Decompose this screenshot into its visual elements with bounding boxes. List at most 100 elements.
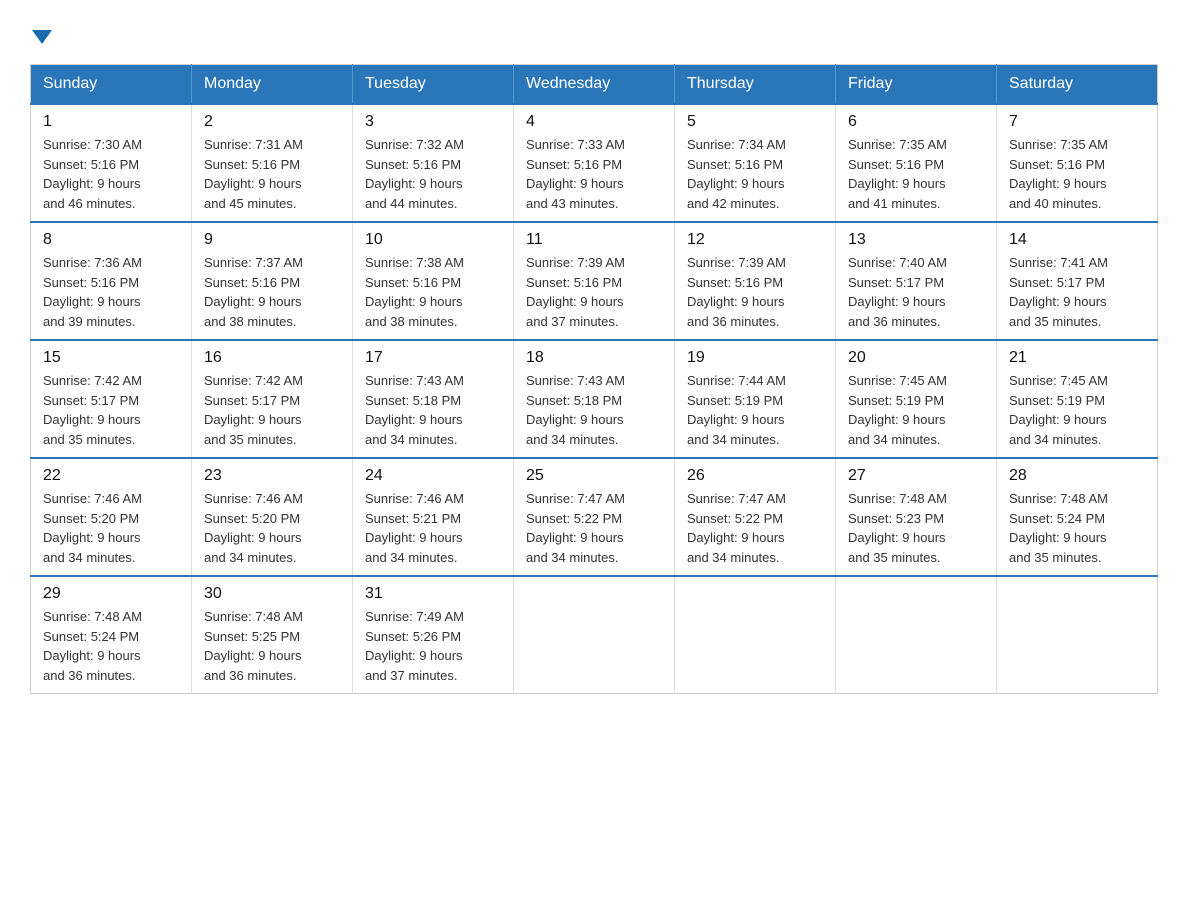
day-info: Sunrise: 7:31 AMSunset: 5:16 PMDaylight:… [204, 135, 340, 213]
weekday-header-monday: Monday [192, 65, 353, 105]
calendar-cell: 19Sunrise: 7:44 AMSunset: 5:19 PMDayligh… [675, 340, 836, 458]
day-info: Sunrise: 7:48 AMSunset: 5:25 PMDaylight:… [204, 607, 340, 685]
calendar-cell: 25 Sunrise: 7:47 AMSunset: 5:22 PMDayligh… [514, 458, 675, 576]
day-number: 8 [43, 231, 179, 249]
day-info: Sunrise: 7:45 AMSunset: 5:19 PMDaylight:… [848, 371, 984, 449]
day-number: 5 [687, 113, 823, 131]
calendar-cell: 28 Sunrise: 7:48 AMSunset: 5:24 PMDayligh… [997, 458, 1158, 576]
weekday-header-wednesday: Wednesday [514, 65, 675, 105]
day-number: 28 [1009, 467, 1145, 485]
weekday-header-tuesday: Tuesday [353, 65, 514, 105]
weekday-header-sunday: Sunday [31, 65, 192, 105]
day-number: 16 [204, 349, 340, 367]
calendar-cell: 13 Sunrise: 7:40 AMSunset: 5:17 PMDayligh… [836, 222, 997, 340]
day-number: 7 [1009, 113, 1145, 131]
day-number: 26 [687, 467, 823, 485]
day-number: 30 [204, 585, 340, 603]
calendar-cell [997, 576, 1158, 694]
calendar-cell: 8 Sunrise: 7:36 AMSunset: 5:16 PMDaylight… [31, 222, 192, 340]
day-number: 14 [1009, 231, 1145, 249]
calendar-row: 1 Sunrise: 7:30 AMSunset: 5:16 PMDaylight… [31, 104, 1158, 222]
logo [30, 30, 52, 44]
day-number: 12 [687, 231, 823, 249]
calendar-cell: 27 Sunrise: 7:48 AMSunset: 5:23 PMDayligh… [836, 458, 997, 576]
day-number: 27 [848, 467, 984, 485]
day-info: Sunrise: 7:37 AMSunset: 5:16 PMDaylight:… [204, 253, 340, 331]
day-info: Sunrise: 7:30 AMSunset: 5:16 PMDaylight:… [43, 135, 179, 213]
calendar-cell: 31 Sunrise: 7:49 AMSunset: 5:26 PMDayligh… [353, 576, 514, 694]
day-number: 24 [365, 467, 501, 485]
day-number: 13 [848, 231, 984, 249]
day-number: 31 [365, 585, 501, 603]
calendar-cell: 9Sunrise: 7:37 AMSunset: 5:16 PMDaylight… [192, 222, 353, 340]
weekday-header-thursday: Thursday [675, 65, 836, 105]
day-info: Sunrise: 7:35 AMSunset: 5:16 PMDaylight:… [848, 135, 984, 213]
calendar-cell: 24Sunrise: 7:46 AMSunset: 5:21 PMDayligh… [353, 458, 514, 576]
day-info: Sunrise: 7:42 AMSunset: 5:17 PMDaylight:… [43, 371, 179, 449]
calendar-cell: 14Sunrise: 7:41 AMSunset: 5:17 PMDayligh… [997, 222, 1158, 340]
day-number: 21 [1009, 349, 1145, 367]
calendar-cell: 18 Sunrise: 7:43 AMSunset: 5:18 PMDayligh… [514, 340, 675, 458]
calendar-row: 15 Sunrise: 7:42 AMSunset: 5:17 PMDayligh… [31, 340, 1158, 458]
calendar-cell: 22Sunrise: 7:46 AMSunset: 5:20 PMDayligh… [31, 458, 192, 576]
day-info: Sunrise: 7:32 AMSunset: 5:16 PMDaylight:… [365, 135, 501, 213]
day-info: Sunrise: 7:48 AMSunset: 5:23 PMDaylight:… [848, 489, 984, 567]
calendar-cell: 29Sunrise: 7:48 AMSunset: 5:24 PMDayligh… [31, 576, 192, 694]
day-number: 3 [365, 113, 501, 131]
day-number: 6 [848, 113, 984, 131]
day-info: Sunrise: 7:38 AMSunset: 5:16 PMDaylight:… [365, 253, 501, 331]
page-header [30, 30, 1158, 44]
weekday-header-saturday: Saturday [997, 65, 1158, 105]
day-info: Sunrise: 7:33 AMSunset: 5:16 PMDaylight:… [526, 135, 662, 213]
day-info: Sunrise: 7:36 AMSunset: 5:16 PMDaylight:… [43, 253, 179, 331]
weekday-row: SundayMondayTuesdayWednesdayThursdayFrid… [31, 65, 1158, 105]
day-info: Sunrise: 7:45 AMSunset: 5:19 PMDaylight:… [1009, 371, 1145, 449]
calendar-cell [514, 576, 675, 694]
calendar-cell: 26 Sunrise: 7:47 AMSunset: 5:22 PMDayligh… [675, 458, 836, 576]
day-number: 20 [848, 349, 984, 367]
calendar-cell: 7 Sunrise: 7:35 AMSunset: 5:16 PMDaylight… [997, 104, 1158, 222]
day-info: Sunrise: 7:46 AMSunset: 5:20 PMDaylight:… [204, 489, 340, 567]
day-number: 25 [526, 467, 662, 485]
calendar-cell: 15 Sunrise: 7:42 AMSunset: 5:17 PMDayligh… [31, 340, 192, 458]
day-info: Sunrise: 7:42 AMSunset: 5:17 PMDaylight:… [204, 371, 340, 449]
calendar-cell: 6 Sunrise: 7:35 AMSunset: 5:16 PMDaylight… [836, 104, 997, 222]
day-number: 1 [43, 113, 179, 131]
calendar-row: 29Sunrise: 7:48 AMSunset: 5:24 PMDayligh… [31, 576, 1158, 694]
day-info: Sunrise: 7:47 AMSunset: 5:22 PMDaylight:… [687, 489, 823, 567]
calendar-cell: 12 Sunrise: 7:39 AMSunset: 5:16 PMDayligh… [675, 222, 836, 340]
calendar-cell: 4 Sunrise: 7:33 AMSunset: 5:16 PMDaylight… [514, 104, 675, 222]
calendar-body: 1 Sunrise: 7:30 AMSunset: 5:16 PMDaylight… [31, 104, 1158, 694]
day-number: 23 [204, 467, 340, 485]
day-number: 22 [43, 467, 179, 485]
calendar-cell: 1 Sunrise: 7:30 AMSunset: 5:16 PMDaylight… [31, 104, 192, 222]
day-info: Sunrise: 7:43 AMSunset: 5:18 PMDaylight:… [365, 371, 501, 449]
day-info: Sunrise: 7:43 AMSunset: 5:18 PMDaylight:… [526, 371, 662, 449]
calendar-row: 22 Sunrise: 7:46 AMSunset: 5:20 PMDayligh… [31, 458, 1158, 576]
day-info: Sunrise: 7:40 AMSunset: 5:17 PMDaylight:… [848, 253, 984, 331]
day-number: 19 [687, 349, 823, 367]
day-number: 11 [526, 231, 662, 249]
calendar-cell: 16 Sunrise: 7:42 AMSunset: 5:17 PMDayligh… [192, 340, 353, 458]
day-number: 4 [526, 113, 662, 131]
calendar-cell: 10 Sunrise: 7:38 AMSunset: 5:16 PMDayligh… [353, 222, 514, 340]
weekday-header-friday: Friday [836, 65, 997, 105]
day-info: Sunrise: 7:34 AMSunset: 5:16 PMDaylight:… [687, 135, 823, 213]
day-info: Sunrise: 7:47 AMSunset: 5:22 PMDaylight:… [526, 489, 662, 567]
day-number: 29 [43, 585, 179, 603]
calendar-cell: 2 Sunrise: 7:31 AMSunset: 5:16 PMDaylight… [192, 104, 353, 222]
day-number: 10 [365, 231, 501, 249]
day-number: 18 [526, 349, 662, 367]
calendar-cell: 21 Sunrise: 7:45 AMSunset: 5:19 PMDayligh… [997, 340, 1158, 458]
calendar-cell: 20 Sunrise: 7:45 AMSunset: 5:19 PMDayligh… [836, 340, 997, 458]
day-info: Sunrise: 7:48 AMSunset: 5:24 PMDaylight:… [1009, 489, 1145, 567]
calendar-cell: 11 Sunrise: 7:39 AMSunset: 5:16 PMDayligh… [514, 222, 675, 340]
day-info: Sunrise: 7:39 AMSunset: 5:16 PMDaylight:… [687, 253, 823, 331]
calendar-cell [675, 576, 836, 694]
day-info: Sunrise: 7:39 AMSunset: 5:16 PMDaylight:… [526, 253, 662, 331]
day-info: Sunrise: 7:35 AMSunset: 5:16 PMDaylight:… [1009, 135, 1145, 213]
day-number: 15 [43, 349, 179, 367]
day-info: Sunrise: 7:49 AMSunset: 5:26 PMDaylight:… [365, 607, 501, 685]
day-number: 2 [204, 113, 340, 131]
day-number: 17 [365, 349, 501, 367]
